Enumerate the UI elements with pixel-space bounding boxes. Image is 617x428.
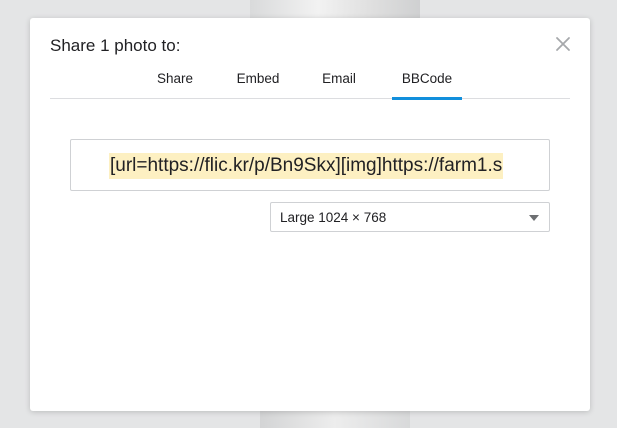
background-photo-top (250, 0, 420, 20)
tab-embed[interactable]: Embed (220, 71, 296, 99)
bbcode-text[interactable]: [url=https://flic.kr/p/Bn9Skx][img]https… (109, 153, 504, 179)
dialog-title: Share 1 photo to: (50, 36, 181, 55)
share-dialog: Share 1 photo to: Share Embed Email BBCo… (30, 18, 590, 411)
size-select-value: Large 1024 × 768 (280, 210, 387, 225)
tab-bbcode[interactable]: BBCode (392, 71, 462, 100)
bbcode-field[interactable]: [url=https://flic.kr/p/Bn9Skx][img]https… (70, 139, 550, 191)
tab-email[interactable]: Email (308, 71, 370, 99)
chevron-down-icon (529, 215, 539, 221)
background-photo-bottom (260, 410, 410, 428)
size-select[interactable]: Large 1024 × 768 (270, 202, 550, 232)
close-button[interactable] (554, 35, 572, 53)
share-tabs: Share Embed Email BBCode (50, 70, 570, 100)
close-icon (556, 37, 570, 51)
tab-share[interactable]: Share (142, 71, 208, 99)
